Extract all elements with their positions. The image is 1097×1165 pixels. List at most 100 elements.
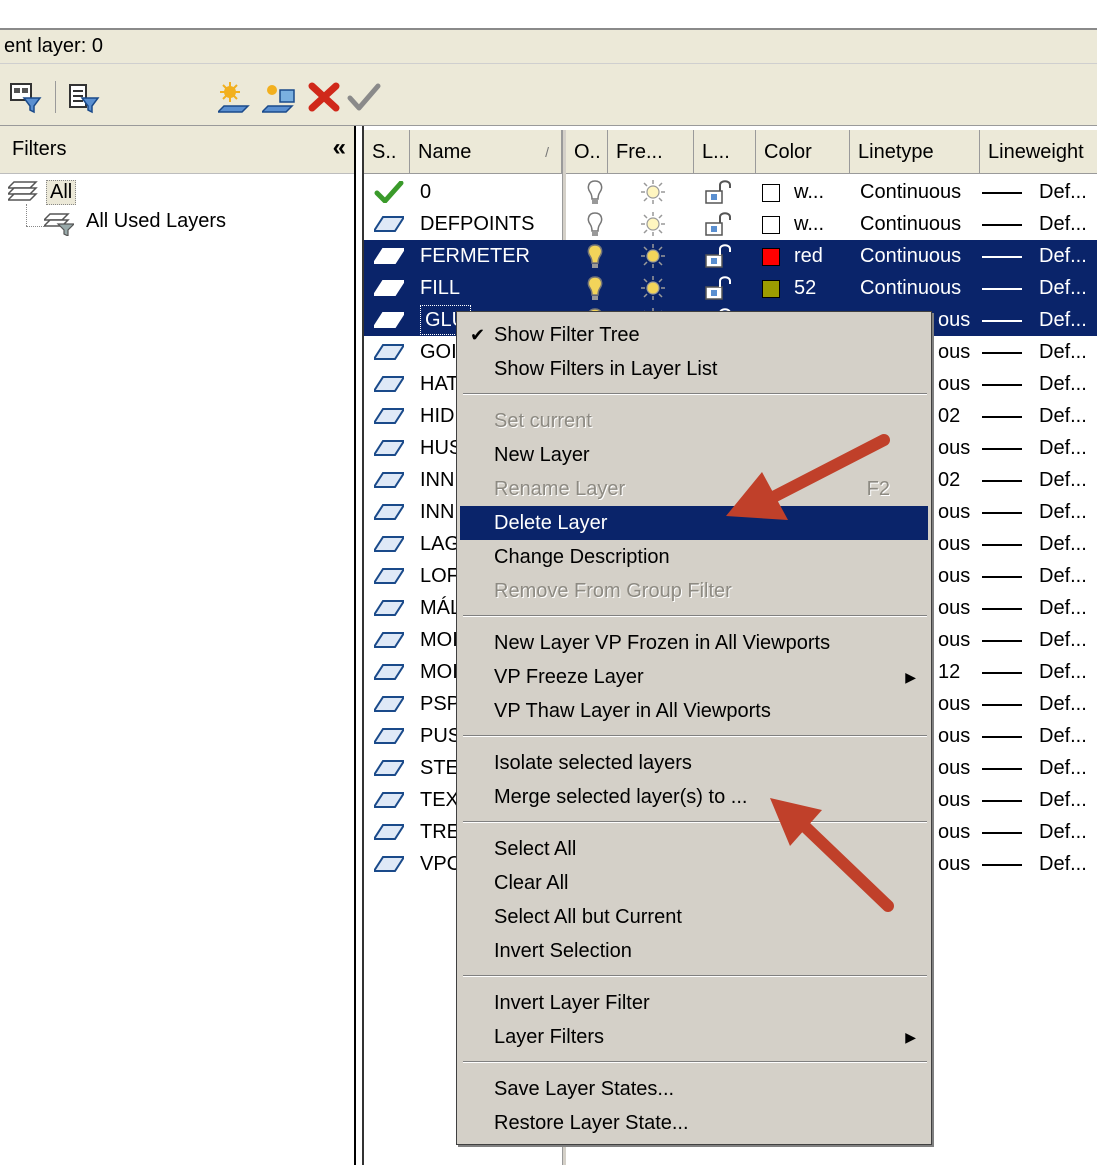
lineweight-value[interactable]: Def... xyxy=(1039,208,1087,240)
linetype-value[interactable]: ous xyxy=(938,304,970,336)
lineweight-value[interactable]: Def... xyxy=(1039,432,1087,464)
lineweight-value[interactable]: Def... xyxy=(1039,848,1087,880)
menu-item-change-description[interactable]: Change Description xyxy=(460,540,928,574)
new-property-filter-icon[interactable] xyxy=(8,80,44,114)
linetype-value[interactable]: ous xyxy=(938,720,970,752)
lineweight-value[interactable]: Def... xyxy=(1039,368,1087,400)
unlocked-icon[interactable] xyxy=(704,211,732,237)
linetype-value[interactable]: Continuous xyxy=(860,240,961,272)
set-current-icon[interactable] xyxy=(346,80,382,114)
new-layer-icon[interactable] xyxy=(218,80,254,114)
lineweight-value[interactable]: Def... xyxy=(1039,336,1087,368)
linetype-value[interactable]: ous xyxy=(938,368,970,400)
menu-item-show-filter-tree[interactable]: ✔ Show Filter Tree xyxy=(460,318,928,352)
linetype-value[interactable]: ous xyxy=(938,688,970,720)
layer-row[interactable]: 0 w... Continuous Def... xyxy=(364,176,1097,208)
layer-row[interactable]: FILL 52 Continuous Def... xyxy=(364,272,1097,304)
linetype-value[interactable]: ous xyxy=(938,848,970,880)
column-lock[interactable]: L... xyxy=(694,130,756,174)
menu-item-set-current[interactable]: Set current xyxy=(460,404,928,438)
menu-item-clear-all[interactable]: Clear All xyxy=(460,866,928,900)
column-name[interactable]: Name / xyxy=(410,130,562,174)
color-swatch[interactable] xyxy=(762,248,780,266)
layer-row[interactable]: DEFPOINTS w... Continuous Def... xyxy=(364,208,1097,240)
menu-item-remove-from-group-filter[interactable]: Remove From Group Filter xyxy=(460,574,928,608)
lineweight-value[interactable]: Def... xyxy=(1039,784,1087,816)
lineweight-value[interactable]: Def... xyxy=(1039,400,1087,432)
new-layer-vp-frozen-icon[interactable] xyxy=(262,80,298,114)
linetype-value[interactable]: ous xyxy=(938,528,970,560)
menu-item-invert-selection[interactable]: Invert Selection xyxy=(460,934,928,968)
menu-item-vp-freeze-layer[interactable]: VP Freeze Layer ▶ xyxy=(460,660,928,694)
menu-item-invert-layer-filter[interactable]: Invert Layer Filter xyxy=(460,986,928,1020)
linetype-value[interactable]: 02 xyxy=(938,464,960,496)
column-linetype[interactable]: Linetype xyxy=(850,130,980,174)
lineweight-value[interactable]: Def... xyxy=(1039,656,1087,688)
menu-item-select-all-but-current[interactable]: Select All but Current xyxy=(460,900,928,934)
tree-node-all-used-layers[interactable]: All Used Layers xyxy=(42,210,226,238)
lineweight-value[interactable]: Def... xyxy=(1039,592,1087,624)
bulb-on-icon[interactable] xyxy=(584,275,606,301)
column-lineweight[interactable]: Lineweight xyxy=(980,130,1097,174)
color-swatch[interactable] xyxy=(762,184,780,202)
lineweight-value[interactable]: Def... xyxy=(1039,240,1087,272)
linetype-value[interactable]: Continuous xyxy=(860,272,961,304)
lineweight-value[interactable]: Def... xyxy=(1039,464,1087,496)
linetype-value[interactable]: ous xyxy=(938,752,970,784)
new-group-filter-icon[interactable] xyxy=(66,80,102,114)
column-freeze[interactable]: Fre... xyxy=(608,130,694,174)
unlocked-icon[interactable] xyxy=(704,275,732,301)
layer-row[interactable]: FERMETER red Continuous Def... xyxy=(364,240,1097,272)
linetype-value[interactable]: ous xyxy=(938,336,970,368)
lineweight-value[interactable]: Def... xyxy=(1039,752,1087,784)
delete-layer-icon[interactable] xyxy=(306,80,342,114)
lineweight-value[interactable]: Def... xyxy=(1039,272,1087,304)
linetype-value[interactable]: ous xyxy=(938,816,970,848)
column-color[interactable]: Color xyxy=(756,130,850,174)
menu-item-select-all[interactable]: Select All xyxy=(460,832,928,866)
linetype-value[interactable]: ous xyxy=(938,624,970,656)
menu-item-vp-thaw-layer-in-all-viewports[interactable]: VP Thaw Layer in All Viewports xyxy=(460,694,928,728)
lineweight-value[interactable]: Def... xyxy=(1039,624,1087,656)
menu-item-isolate-selected-layers[interactable]: Isolate selected layers xyxy=(460,746,928,780)
lineweight-value[interactable]: Def... xyxy=(1039,720,1087,752)
color-swatch[interactable] xyxy=(762,216,780,234)
linetype-value[interactable]: ous xyxy=(938,784,970,816)
menu-item-layer-filters[interactable]: Layer Filters ▶ xyxy=(460,1020,928,1054)
lineweight-value[interactable]: Def... xyxy=(1039,560,1087,592)
menu-item-new-layer-vp-frozen-in-all-viewports[interactable]: New Layer VP Frozen in All Viewports xyxy=(460,626,928,660)
linetype-value[interactable]: Continuous xyxy=(860,176,961,208)
bulb-on-icon[interactable] xyxy=(584,243,606,269)
unlocked-icon[interactable] xyxy=(704,243,732,269)
lineweight-value[interactable]: Def... xyxy=(1039,528,1087,560)
sun-thawed-icon[interactable] xyxy=(640,211,666,237)
collapse-icon[interactable]: « xyxy=(333,134,346,162)
menu-item-show-filters-in-layer-list[interactable]: Show Filters in Layer List xyxy=(460,352,928,386)
lineweight-value[interactable]: Def... xyxy=(1039,688,1087,720)
linetype-value[interactable]: ous xyxy=(938,496,970,528)
sun-thawed-icon[interactable] xyxy=(640,275,666,301)
menu-item-new-layer[interactable]: New Layer xyxy=(460,438,928,472)
linetype-value[interactable]: ous xyxy=(938,560,970,592)
column-on[interactable]: O.. xyxy=(566,130,608,174)
bulb-on-icon[interactable] xyxy=(584,179,606,205)
menu-item-delete-layer[interactable]: Delete Layer xyxy=(460,506,928,540)
column-status[interactable]: S.. xyxy=(364,130,410,174)
lineweight-value[interactable]: Def... xyxy=(1039,304,1087,336)
unlocked-icon[interactable] xyxy=(704,179,732,205)
bulb-on-icon[interactable] xyxy=(584,211,606,237)
sun-thawed-icon[interactable] xyxy=(640,243,666,269)
tree-node-all[interactable]: All xyxy=(6,178,77,206)
lineweight-value[interactable]: Def... xyxy=(1039,816,1087,848)
linetype-value[interactable]: 12 xyxy=(938,656,960,688)
sun-thawed-icon[interactable] xyxy=(640,179,666,205)
menu-item-merge-selected-layer-s-to[interactable]: Merge selected layer(s) to ... xyxy=(460,780,928,814)
linetype-value[interactable]: ous xyxy=(938,432,970,464)
linetype-value[interactable]: Continuous xyxy=(860,208,961,240)
menu-item-restore-layer-state[interactable]: Restore Layer State... xyxy=(460,1106,928,1140)
linetype-value[interactable]: 02 xyxy=(938,400,960,432)
lineweight-value[interactable]: Def... xyxy=(1039,496,1087,528)
linetype-value[interactable]: ous xyxy=(938,592,970,624)
menu-item-rename-layer[interactable]: Rename Layer F2 xyxy=(460,472,928,506)
color-swatch[interactable] xyxy=(762,280,780,298)
